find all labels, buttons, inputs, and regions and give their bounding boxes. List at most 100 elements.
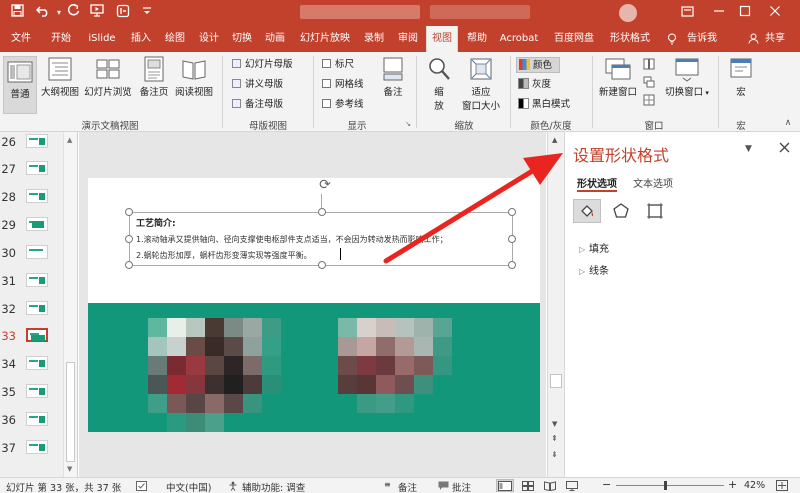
resize-handle[interactable]	[318, 261, 326, 269]
next-slide-icon[interactable]: ⇟	[551, 450, 558, 459]
ribbon-display-icon[interactable]	[676, 3, 698, 23]
tab-shape-options[interactable]: 形状选项	[577, 175, 617, 190]
share-button[interactable]: 共享	[760, 26, 790, 52]
resize-handle[interactable]	[508, 208, 516, 216]
scroll-up-icon[interactable]: ▲	[552, 136, 557, 144]
slide-master-button[interactable]: 幻灯片母版	[232, 58, 293, 72]
zoom-slider-thumb[interactable]	[664, 481, 667, 490]
selected-textbox[interactable]: 工艺简介: 1.滚动轴承又提供轴向、径向支撑使电枢部件支点适当，不会因为转动发热…	[125, 208, 516, 269]
tell-me-search[interactable]: 告诉我	[680, 26, 724, 52]
accessibility-status[interactable]: 辅助功能: 调查	[242, 480, 305, 493]
thumbnail-slide-36[interactable]: 36	[0, 410, 66, 430]
slide-sorter-button[interactable]: 幻灯片浏览	[82, 56, 134, 98]
dialog-launcher-icon[interactable]: ↘	[404, 120, 412, 128]
notes-button[interactable]: 备注	[398, 480, 417, 493]
tab-file[interactable]: 文件	[4, 26, 38, 52]
collapse-ribbon-icon[interactable]: ∧	[782, 118, 794, 128]
slideshow-status-icon[interactable]	[566, 481, 578, 493]
slide-vertical-scrollbar[interactable]: ▲ ▼ ⇞ ⇟	[547, 132, 564, 477]
notes-page-button[interactable]: 备注页	[136, 56, 172, 98]
fill-section[interactable]: ▷ 填充	[579, 240, 609, 255]
redo-icon[interactable]	[64, 3, 82, 22]
tab-review[interactable]: 审阅	[393, 26, 423, 52]
reading-view-status-icon[interactable]	[544, 481, 556, 493]
tab-help[interactable]: 帮助	[462, 26, 492, 52]
comments-button[interactable]: 批注	[452, 480, 471, 493]
present-icon[interactable]	[88, 4, 106, 22]
tab-record[interactable]: 录制	[360, 26, 388, 52]
thumbnail-slide-27[interactable]: 27	[0, 159, 66, 179]
black-white-button[interactable]: 黑白模式	[518, 98, 570, 112]
resize-handle[interactable]	[508, 261, 516, 269]
account-avatar[interactable]	[619, 4, 637, 22]
minimize-icon[interactable]	[708, 3, 730, 23]
thumbnail-slide-35[interactable]: 35	[0, 382, 66, 402]
tab-view[interactable]: 视图	[426, 26, 458, 52]
move-split-icon[interactable]	[642, 94, 656, 109]
save-icon[interactable]	[8, 4, 26, 22]
previous-slide-icon[interactable]: ⇞	[551, 434, 558, 443]
cascade-icon[interactable]	[642, 76, 656, 91]
resize-handle[interactable]	[125, 261, 133, 269]
normal-view-button[interactable]: 普通	[3, 56, 37, 114]
zoom-in-icon[interactable]: +	[728, 478, 737, 491]
tab-islide[interactable]: iSlide	[84, 26, 120, 52]
share-icon[interactable]	[746, 26, 760, 52]
zoom-button[interactable]: 缩 放	[424, 56, 454, 112]
guides-checkbox[interactable]: 参考线	[322, 98, 364, 112]
resize-handle[interactable]	[508, 235, 516, 243]
thumbnail-slide-34[interactable]: 34	[0, 354, 66, 374]
resize-handle[interactable]	[318, 208, 326, 216]
notes-toggle-button[interactable]: 备注	[378, 56, 408, 98]
tab-baidu-netdisk[interactable]: 百度网盘	[550, 26, 598, 52]
restore-icon[interactable]	[734, 3, 756, 23]
reading-view-button[interactable]: 阅读视图	[174, 56, 214, 98]
line-section[interactable]: ▷ 线条	[579, 262, 609, 277]
scrollbar-thumb[interactable]	[66, 362, 75, 462]
customize-quick-access-icon[interactable]	[138, 4, 156, 22]
tab-animations[interactable]: 动画	[260, 26, 290, 52]
thumbnail-slide-33-selected[interactable]: 33	[0, 326, 66, 346]
color-mode-button[interactable]: 颜色	[516, 57, 560, 73]
resize-handle[interactable]	[125, 208, 133, 216]
scroll-up-icon[interactable]: ▲	[67, 136, 72, 144]
pane-close-icon[interactable]	[779, 142, 790, 156]
handout-master-button[interactable]: 讲义母版	[232, 78, 283, 92]
gridlines-checkbox[interactable]: 网格线	[322, 78, 364, 92]
tab-draw[interactable]: 绘图	[160, 26, 190, 52]
tab-insert[interactable]: 插入	[126, 26, 156, 52]
scroll-down-icon[interactable]: ▼	[552, 420, 557, 428]
thumbnail-slide-30[interactable]: 30	[0, 243, 66, 263]
outline-view-button[interactable]: 大纲视图	[39, 56, 81, 98]
current-slide[interactable]: ⟳ 工艺简介: 1.滚动轴承又提供轴向、径向支撑使电枢部件支点适当，不会因为转动…	[88, 176, 540, 432]
fill-line-icon[interactable]	[573, 199, 601, 223]
fit-slide-icon[interactable]	[776, 480, 788, 493]
tab-text-options[interactable]: 文本选项	[633, 175, 673, 190]
tab-acrobat[interactable]: Acrobat	[496, 26, 542, 52]
tab-shape-format[interactable]: 形状格式	[606, 26, 654, 52]
islide-icon[interactable]	[114, 4, 132, 22]
notes-master-button[interactable]: 备注母版	[232, 98, 283, 112]
ruler-checkbox[interactable]: 标尺	[322, 58, 354, 72]
tab-design[interactable]: 设计	[194, 26, 224, 52]
thumbnail-slide-37[interactable]: 37	[0, 438, 66, 458]
zoom-out-icon[interactable]: −	[602, 478, 611, 491]
thumbnail-slide-31[interactable]: 31	[0, 271, 66, 291]
size-properties-icon[interactable]	[641, 199, 669, 223]
effects-icon[interactable]	[607, 199, 635, 223]
normal-view-status-button[interactable]	[496, 479, 514, 492]
thumbnail-slide-32[interactable]: 32	[0, 299, 66, 319]
zoom-percentage[interactable]: 42%	[744, 480, 765, 491]
thumbnail-scrollbar[interactable]: ▲ ▼	[63, 132, 77, 477]
language-indicator[interactable]: 中文(中国)	[166, 480, 211, 493]
grayscale-button[interactable]: 灰度	[518, 78, 551, 92]
rotate-handle-icon[interactable]: ⟳	[316, 176, 334, 194]
thumbnail-slide-28[interactable]: 28	[0, 187, 66, 207]
thumbnail-slide-29[interactable]: 29	[0, 215, 66, 235]
scroll-down-icon[interactable]: ▼	[67, 465, 72, 473]
close-icon[interactable]	[764, 3, 786, 23]
pane-options-dropdown-icon[interactable]: ▼	[745, 144, 752, 154]
zoom-slider-track[interactable]	[616, 485, 724, 486]
resize-handle[interactable]	[125, 235, 133, 243]
spellcheck-icon[interactable]	[136, 481, 147, 493]
